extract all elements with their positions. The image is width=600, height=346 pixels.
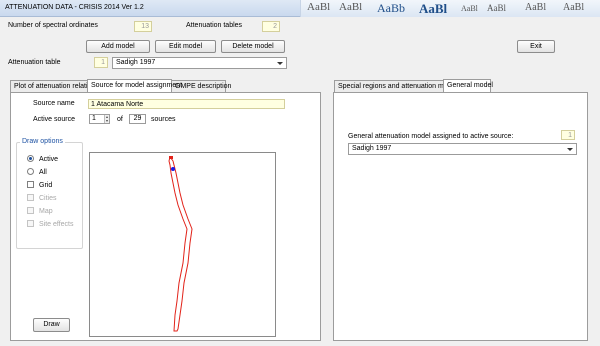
exit-button[interactable]: Exit (517, 40, 555, 53)
source-assignment-panel: Source name 1 Atacama Norte Active sourc… (10, 92, 321, 341)
add-model-button[interactable]: Add model (86, 40, 150, 53)
edit-model-button[interactable]: Edit model (155, 40, 216, 53)
checkbox-icon (27, 194, 34, 201)
option-cities[interactable]: Cities (27, 194, 57, 203)
ribbon-style-4: AaBl (419, 1, 448, 16)
option-site-effects-label: Site effects (39, 221, 74, 228)
tab-source-assignment[interactable]: Source for model assignment (87, 79, 182, 92)
chevron-down-icon (567, 148, 573, 151)
sources-label: sources (151, 116, 176, 123)
active-source-spinner[interactable]: 1 (89, 114, 110, 124)
option-active-label: Active (39, 156, 59, 163)
radio-checked-icon (27, 155, 34, 162)
option-cities-label: Cities (39, 195, 57, 202)
spectral-ordinates-label: Number of spectral ordinates (8, 22, 98, 29)
active-source-label: Active source (33, 116, 76, 123)
ribbon-style-5: AaBl (461, 4, 478, 13)
general-model-label: General attenuation model assigned to ac… (348, 133, 514, 140)
source-name-field[interactable]: 1 Atacama Norte (88, 99, 285, 109)
general-model-combo[interactable]: Sadigh 1997 (348, 143, 577, 155)
spinner-arrows-icon[interactable] (104, 115, 109, 123)
option-site-effects[interactable]: Site effects (27, 220, 74, 229)
spectral-ordinates-field[interactable]: 13 (134, 21, 152, 32)
tab-plot-attenuation[interactable]: Plot of attenuation relation (10, 80, 95, 92)
background-ribbon: AaBl AaBl AaBb AaBl AaBl AaBl AaBl AaBl (300, 0, 600, 17)
main-window: Number of spectral ordinates 13 Attenuat… (0, 17, 600, 346)
source-geometry (168, 155, 193, 332)
source-vertex-marker (171, 167, 175, 171)
option-active[interactable]: Active (27, 155, 58, 164)
option-grid-label: Grid (39, 182, 53, 189)
source-outline (168, 155, 193, 332)
attenuation-tables-label: Attenuation tables (186, 22, 243, 29)
checkbox-icon (27, 181, 34, 188)
option-all-label: All (39, 169, 47, 176)
ribbon-style-7: AaBl (525, 2, 547, 13)
tab-general-model[interactable]: General model (443, 79, 493, 92)
attenuation-table-label: Attenuation table (8, 59, 61, 66)
attenuation-table-combo-value: Sadigh 1997 (116, 59, 156, 66)
tab-special-regions[interactable]: Special regions and attenuation models (334, 80, 461, 92)
option-all[interactable]: All (27, 168, 47, 177)
checkbox-icon (27, 207, 34, 214)
window-title: ATTENUATION DATA - CRISIS 2014 Ver 1.2 (5, 4, 144, 11)
source-start-marker (169, 156, 173, 159)
option-map[interactable]: Map (27, 207, 53, 216)
delete-model-button[interactable]: Delete model (221, 40, 285, 53)
ribbon-style-3: AaBb (377, 1, 405, 15)
title-bar: ATTENUATION DATA - CRISIS 2014 Ver 1.2 A… (0, 0, 600, 17)
ribbon-style-6: AaBl (487, 3, 506, 13)
radio-unchecked-icon (27, 168, 34, 175)
of-label: of (117, 116, 123, 123)
ribbon-style-1: AaBl (307, 1, 331, 13)
draw-options-title: Draw options (20, 138, 65, 145)
ribbon-style-2: AaBl (339, 1, 363, 13)
ribbon-style-8: AaBl (563, 2, 585, 13)
source-map-canvas[interactable] (89, 152, 276, 337)
active-source-value: 1 (92, 115, 96, 122)
attenuation-table-combo[interactable]: Sadigh 1997 (112, 57, 287, 69)
option-map-label: Map (39, 208, 53, 215)
chevron-down-icon (277, 62, 283, 65)
option-grid[interactable]: Grid (27, 181, 52, 190)
draw-options-group: Draw options Active All Grid Cities Map … (16, 138, 83, 249)
attenuation-tables-field[interactable]: 2 (262, 21, 280, 32)
general-model-combo-value: Sadigh 1997 (352, 145, 392, 152)
general-model-panel: General attenuation model assigned to ac… (333, 92, 588, 341)
general-model-index-field[interactable]: 1 (561, 130, 575, 140)
draw-button[interactable]: Draw (33, 318, 70, 332)
source-count-field: 29 (129, 114, 146, 124)
source-name-label: Source name (33, 100, 75, 107)
attenuation-table-field[interactable]: 1 (94, 57, 108, 68)
checkbox-icon (27, 220, 34, 227)
